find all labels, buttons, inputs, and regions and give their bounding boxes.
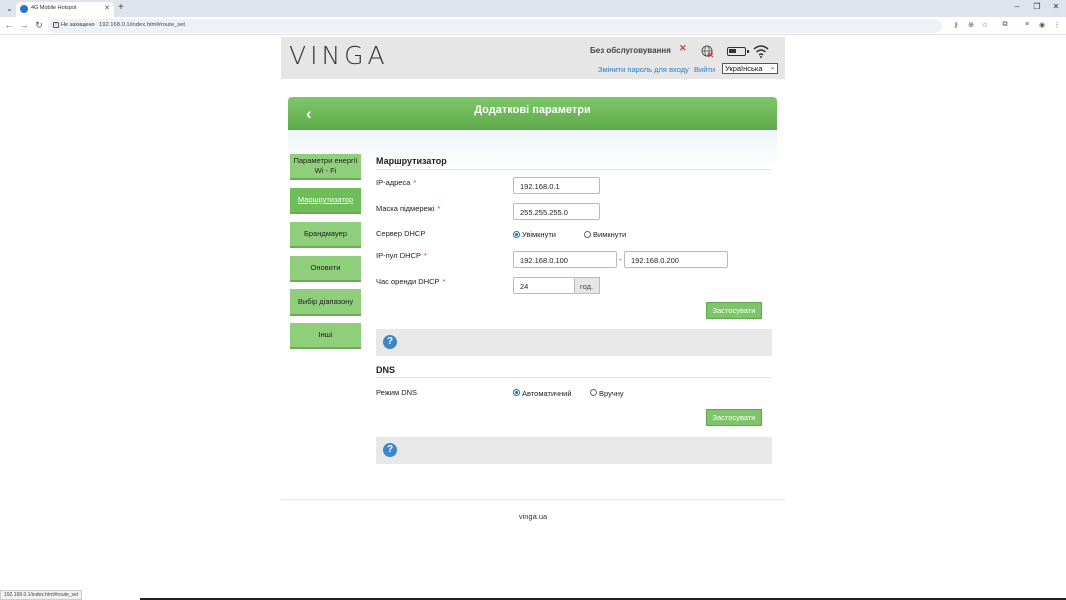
lease-time-label: Час оренди DHCP * bbox=[376, 277, 446, 286]
lease-time-input[interactable]: 24 bbox=[513, 277, 575, 294]
dhcp-pool-end-input[interactable]: 192.168.0.200 bbox=[624, 251, 728, 268]
sidebar-item-firewall[interactable]: Брандмауер bbox=[290, 222, 361, 248]
forward-arrow-icon[interactable]: → bbox=[18, 20, 30, 30]
address-bar[interactable]: ! Не захищено 192.168.0.1/index.html#rout… bbox=[48, 19, 942, 33]
change-password-link[interactable]: Змінити пароль для входу bbox=[598, 65, 689, 74]
zoom-icon[interactable]: ⊕ bbox=[966, 21, 976, 29]
dhcp-enable-radio[interactable] bbox=[513, 231, 520, 238]
help-icon[interactable]: ? bbox=[383, 335, 397, 349]
favicon-icon bbox=[20, 5, 28, 13]
dhcp-pool-label: IP-пул DHCP * bbox=[376, 251, 427, 260]
router-apply-button[interactable]: Застосувати bbox=[706, 302, 762, 319]
service-status: Без обслуговування bbox=[590, 46, 671, 55]
close-tab-icon[interactable]: ✕ bbox=[104, 4, 110, 12]
logout-link[interactable]: Вийти bbox=[694, 65, 715, 74]
sidebar-item-band-select[interactable]: Вибір діапазону bbox=[290, 289, 361, 316]
minimize-icon[interactable]: – bbox=[1010, 2, 1024, 11]
page-title: Додаткові параметри bbox=[474, 104, 591, 116]
dns-manual-label[interactable]: Вручну bbox=[599, 389, 624, 398]
web-page: VINGA Без обслуговування ✕ Змінити парол… bbox=[0, 36, 1066, 600]
dns-mode-label: Режим DNS bbox=[376, 388, 418, 397]
menu-icon[interactable]: ⋮ bbox=[1052, 21, 1062, 29]
logo: VINGA bbox=[289, 41, 389, 70]
dns-auto-radio[interactable] bbox=[513, 389, 520, 396]
dns-apply-button[interactable]: Застосувати bbox=[706, 409, 762, 426]
key-icon[interactable]: ⚷ bbox=[951, 21, 961, 29]
dns-manual-radio[interactable] bbox=[590, 389, 597, 396]
globe-icon bbox=[701, 45, 713, 57]
divider bbox=[376, 377, 772, 378]
no-signal-icon: ✕ bbox=[679, 43, 687, 53]
ip-address-label: IP-адреса * bbox=[376, 178, 417, 187]
url-text[interactable]: 192.168.0.1/index.html#route_set bbox=[99, 22, 185, 28]
dhcp-server-label: Сервер DHCP bbox=[376, 229, 426, 238]
warning-icon: ! bbox=[53, 22, 59, 28]
subnet-mask-label: Маска підмережі * bbox=[376, 204, 441, 213]
tab-search-icon[interactable]: ⌄ bbox=[4, 3, 15, 14]
dhcp-disable-label[interactable]: Вимкнути bbox=[593, 230, 626, 239]
sidebar-item-update[interactable]: Оновити bbox=[290, 256, 361, 282]
dhcp-pool-start-input[interactable]: 192.168.0.100 bbox=[513, 251, 617, 268]
back-arrow-icon[interactable]: ← bbox=[3, 20, 15, 30]
star-icon[interactable]: ☆ bbox=[980, 21, 990, 29]
footer-divider bbox=[281, 499, 785, 500]
browser-toolbar: ← → ↻ ! Не захищено 192.168.0.1/index.htm… bbox=[0, 17, 1066, 35]
range-dash: - bbox=[619, 255, 622, 264]
dhcp-enable-label[interactable]: Увімкнути bbox=[522, 230, 556, 239]
router-section-title: Маршрутизатор bbox=[376, 156, 447, 166]
wifi-icon bbox=[753, 45, 769, 58]
battery-icon bbox=[727, 47, 749, 56]
restore-icon[interactable]: ❐ bbox=[1030, 2, 1044, 11]
language-select[interactable]: Українська ⌄ bbox=[722, 63, 778, 74]
subnet-mask-input[interactable]: 255.255.255.0 bbox=[513, 203, 600, 220]
router-help-bar: ? bbox=[376, 329, 772, 356]
browser-tab[interactable]: 4G Mobile Hotspot ✕ bbox=[16, 2, 114, 17]
media-icon[interactable]: ≡ bbox=[1022, 21, 1032, 28]
reload-icon[interactable]: ↻ bbox=[33, 20, 45, 31]
chevron-down-icon: ⌄ bbox=[769, 65, 775, 71]
extensions-icon[interactable]: ⧉ bbox=[1000, 21, 1010, 29]
security-chip[interactable]: ! Не захищено bbox=[53, 22, 95, 28]
dhcp-disable-radio[interactable] bbox=[584, 231, 591, 238]
page-header: VINGA Без обслуговування ✕ Змінити парол… bbox=[281, 37, 785, 79]
tab-title: 4G Mobile Hotspot bbox=[31, 5, 77, 11]
sidebar-item-router[interactable]: Маршрутизатор bbox=[290, 188, 361, 214]
browser-tab-strip: ⌄ 4G Mobile Hotspot ✕ + – ❐ ✕ bbox=[0, 0, 1066, 17]
status-bar-url: 192.168.0.1/index.html#route_set bbox=[0, 590, 83, 600]
ip-address-input[interactable]: 192.168.0.1 bbox=[513, 177, 600, 194]
sidebar-item-wifi-power[interactable]: Параметри енергії Wi - Fi bbox=[290, 154, 361, 180]
footer-link[interactable]: vinga.ua bbox=[0, 512, 1066, 521]
profile-icon[interactable]: ◉ bbox=[1037, 21, 1047, 29]
window-close-icon[interactable]: ✕ bbox=[1049, 2, 1063, 11]
dns-auto-label[interactable]: Автоматичний bbox=[522, 389, 572, 398]
divider bbox=[376, 169, 772, 170]
dns-section-title: DNS bbox=[376, 365, 396, 375]
lease-unit: год. bbox=[575, 277, 600, 294]
help-icon[interactable]: ? bbox=[383, 443, 397, 457]
dns-help-bar: ? bbox=[376, 437, 772, 464]
title-bar: ‹ Додаткові параметри bbox=[288, 97, 777, 130]
new-tab-icon[interactable]: + bbox=[118, 2, 124, 14]
sidebar-item-other[interactable]: Інші bbox=[290, 323, 361, 349]
